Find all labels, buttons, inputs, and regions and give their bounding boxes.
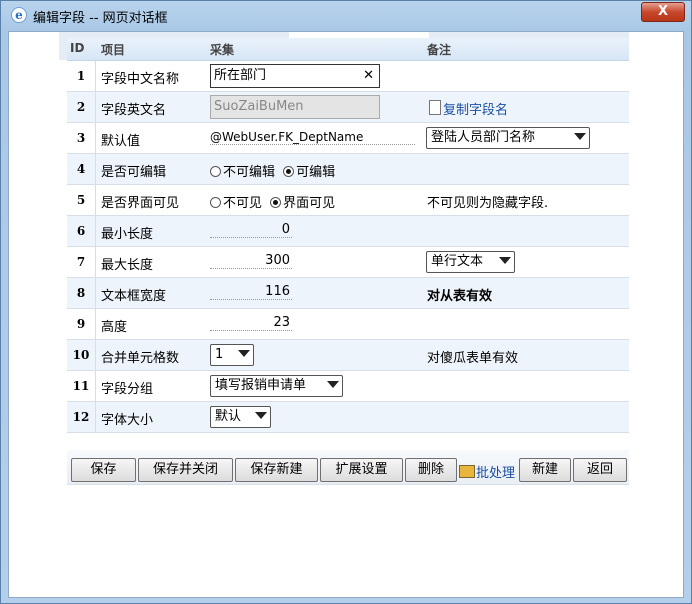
row-label: 高度 — [101, 320, 128, 335]
chinese-name-value: 所在部门 — [214, 68, 267, 83]
chevron-down-icon — [327, 381, 339, 388]
row-label: 文本框宽度 — [101, 289, 167, 304]
table-row: 7 最大长度 300 单行文本 — [67, 247, 629, 278]
header-id: ID — [70, 41, 85, 55]
delete-button[interactable]: 删除 — [405, 458, 457, 482]
page-icon — [429, 100, 441, 115]
default-value-select-label: 登陆人员部门名称 — [431, 130, 536, 145]
action-toolbar: 保存 保存并关闭 保存新建 扩展设置 删除 批处理 新建 返回 — [67, 450, 629, 485]
row-id: 6 — [67, 216, 96, 246]
radio-visible[interactable] — [270, 197, 282, 208]
radio-not-editable[interactable] — [210, 166, 221, 177]
row-label: 是否可编辑 — [101, 165, 167, 180]
height-input[interactable]: 23 — [210, 315, 292, 331]
row-id: 4 — [67, 154, 96, 184]
row-id: 9 — [67, 309, 96, 339]
table-row: 5 是否界面可见 不可见 界面可见 不可见则为隐藏字段. — [67, 185, 629, 216]
grid-header: ID 项目 采集 备注 — [67, 38, 629, 61]
row-id: 2 — [67, 92, 96, 122]
field-grid: ID 项目 采集 备注 1 字段中文名称 所在部门 ✕ 2 字段英文名 SuoZ… — [67, 38, 629, 433]
row-id: 11 — [67, 371, 96, 401]
min-length-input[interactable]: 0 — [210, 222, 292, 238]
chevron-down-icon — [499, 257, 511, 264]
radio-invisible[interactable] — [210, 197, 221, 208]
table-row: 2 字段英文名 SuoZaiBuMen 复制字段名 — [67, 92, 629, 123]
font-size-select[interactable]: 默认 — [210, 406, 271, 428]
row-id: 1 — [67, 61, 96, 91]
clear-icon[interactable]: ✕ — [363, 67, 374, 85]
new-button[interactable]: 新建 — [519, 458, 571, 482]
table-row: 11 字段分组 填写报销申请单 — [67, 371, 629, 402]
table-row: 8 文本框宽度 116 对从表有效 — [67, 278, 629, 309]
colspan-select-label: 1 — [215, 347, 224, 362]
row-label: 是否界面可见 — [101, 196, 180, 211]
max-length-input[interactable]: 300 — [210, 253, 292, 269]
header-collect: 采集 — [210, 43, 235, 57]
radio-visible-label: 界面可见 — [283, 196, 336, 211]
header-note: 备注 — [427, 43, 452, 57]
row-id: 5 — [67, 185, 96, 215]
row-note: 对傻瓜表单有效 — [427, 351, 519, 366]
header-item: 项目 — [101, 43, 126, 57]
row-id: 12 — [67, 402, 96, 432]
close-button[interactable]: X — [641, 2, 685, 22]
batch-label: 批处理 — [476, 466, 516, 481]
radio-invisible-label: 不可见 — [223, 196, 263, 211]
chinese-name-input[interactable]: 所在部门 ✕ — [210, 64, 380, 88]
row-id: 7 — [67, 247, 96, 277]
batch-icon — [459, 465, 475, 478]
radio-editable[interactable] — [283, 166, 295, 177]
row-label: 合并单元格数 — [101, 351, 180, 366]
field-group-select[interactable]: 填写报销申请单 — [210, 375, 343, 397]
text-type-select-label: 单行文本 — [431, 254, 484, 269]
row-note: 对从表有效 — [427, 289, 493, 304]
batch-link[interactable]: 批处理 — [459, 462, 515, 481]
back-button[interactable]: 返回 — [573, 458, 627, 482]
font-size-select-label: 默认 — [215, 409, 242, 424]
table-row: 1 字段中文名称 所在部门 ✕ — [67, 61, 629, 92]
chevron-down-icon — [255, 412, 267, 419]
radio-editable-label: 可编辑 — [296, 165, 336, 180]
row-label: 最小长度 — [101, 227, 154, 242]
table-row: 4 是否可编辑 不可编辑 可编辑 — [67, 154, 629, 185]
default-value-select[interactable]: 登陆人员部门名称 — [426, 127, 590, 149]
row-label: 字段英文名 — [101, 103, 167, 118]
row-label: 字段中文名称 — [101, 72, 180, 87]
copy-field-name-label: 复制字段名 — [443, 103, 509, 118]
dialog-window: e 编辑字段 -- 网页对话框 X ID 项目 采集 备注 1 字段中文名称 所… — [0, 0, 692, 604]
chevron-down-icon — [574, 133, 586, 140]
row-label: 字段分组 — [101, 382, 154, 397]
dialog-content: ID 项目 采集 备注 1 字段中文名称 所在部门 ✕ 2 字段英文名 SuoZ… — [8, 31, 684, 598]
window-title: 编辑字段 -- 网页对话框 — [33, 11, 168, 26]
field-group-select-label: 填写报销申请单 — [215, 378, 307, 393]
english-name-input: SuoZaiBuMen — [210, 95, 380, 119]
row-note: 不可见则为隐藏字段. — [427, 196, 549, 211]
radio-not-editable-label: 不可编辑 — [223, 165, 276, 180]
table-row: 10 合并单元格数 1 对傻瓜表单有效 — [67, 340, 629, 371]
table-row: 6 最小长度 0 — [67, 216, 629, 247]
row-label: 默认值 — [101, 134, 141, 149]
visible-radio-group: 不可见 界面可见 — [210, 192, 335, 211]
table-row: 9 高度 23 — [67, 309, 629, 340]
chevron-down-icon — [238, 350, 250, 357]
row-id: 10 — [67, 340, 96, 370]
default-value-input[interactable]: @WebUser.FK_DeptName — [210, 130, 415, 145]
ext-settings-button[interactable]: 扩展设置 — [320, 458, 403, 482]
ie-icon: e — [11, 7, 27, 23]
table-row: 12 字体大小 默认 — [67, 402, 629, 433]
save-button[interactable]: 保存 — [71, 458, 136, 482]
row-id: 8 — [67, 278, 96, 308]
table-row: 3 默认值 @WebUser.FK_DeptName 登陆人员部门名称 — [67, 123, 629, 154]
editable-radio-group: 不可编辑 可编辑 — [210, 161, 335, 180]
title-bar: e 编辑字段 -- 网页对话框 X — [1, 1, 691, 29]
save-new-button[interactable]: 保存新建 — [235, 458, 318, 482]
row-label: 字体大小 — [101, 413, 154, 428]
save-close-button[interactable]: 保存并关闭 — [138, 458, 233, 482]
text-type-select[interactable]: 单行文本 — [426, 251, 515, 273]
copy-field-name-link[interactable]: 复制字段名 — [429, 99, 508, 118]
row-label: 最大长度 — [101, 258, 154, 273]
row-id: 3 — [67, 123, 96, 153]
textbox-width-input[interactable]: 116 — [210, 284, 292, 300]
colspan-select[interactable]: 1 — [210, 344, 254, 366]
